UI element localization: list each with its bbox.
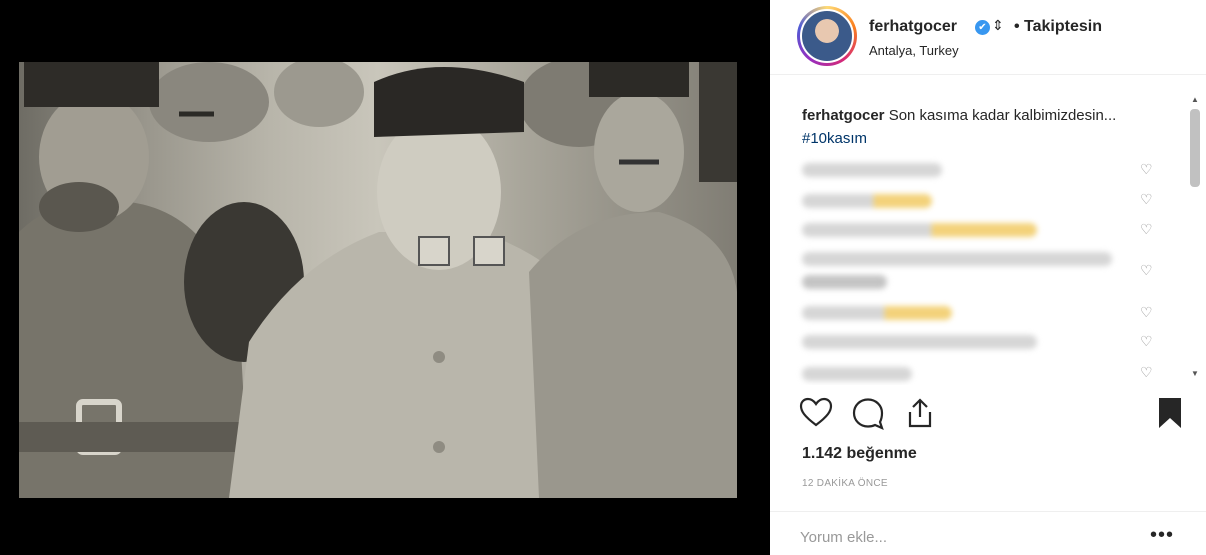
comment-row-blurred xyxy=(802,275,887,289)
scroll-thumb[interactable] xyxy=(1190,109,1200,187)
comment-like-icon[interactable]: ♡ xyxy=(1140,263,1154,277)
comments-scrollbar[interactable]: ▲ ▼ xyxy=(1188,95,1202,380)
sort-arrows-icon: ⇕ xyxy=(992,17,1004,33)
comment-like-icon[interactable]: ♡ xyxy=(1140,305,1154,319)
comment-row-blurred xyxy=(802,194,932,208)
story-ring[interactable] xyxy=(797,6,857,66)
scroll-up-icon[interactable]: ▲ xyxy=(1191,95,1199,104)
scroll-down-icon[interactable]: ▼ xyxy=(1191,369,1199,378)
comment-row-blurred xyxy=(802,223,1037,237)
comment-like-icon[interactable]: ♡ xyxy=(1140,334,1154,348)
comment-like-icon[interactable]: ♡ xyxy=(1140,192,1154,206)
video-player[interactable] xyxy=(19,62,737,498)
post-sidebar: ferhatgocer ✔ ⇕ • Takiptesin Antalya, Tu… xyxy=(770,0,1206,555)
more-options-icon[interactable]: ••• xyxy=(1150,524,1174,547)
caption: ferhatgocer Son kasıma kadar kalbimizdes… xyxy=(802,104,1162,150)
like-icon[interactable] xyxy=(798,395,834,431)
action-bar xyxy=(770,395,1206,435)
post-timestamp: 12 DAKİKA ÖNCE xyxy=(802,478,888,489)
comments-list: ferhatgocer Son kasıma kadar kalbimizdes… xyxy=(770,95,1206,385)
comment-row-blurred xyxy=(802,163,942,177)
comment-row-blurred xyxy=(802,252,1112,266)
comment-row-blurred xyxy=(802,367,912,381)
caption-hashtag[interactable]: #10kasım xyxy=(802,130,867,147)
add-comment-section: ••• xyxy=(770,511,1206,555)
bookmark-icon[interactable] xyxy=(1152,395,1188,431)
comment-like-icon[interactable]: ♡ xyxy=(1140,222,1154,236)
verified-icon: ✔ xyxy=(975,20,990,35)
comment-row-blurred xyxy=(802,335,1037,349)
post-media xyxy=(0,0,770,555)
caption-username[interactable]: ferhatgocer xyxy=(802,107,885,124)
comment-input[interactable] xyxy=(800,526,1130,548)
location-link[interactable]: Antalya, Turkey xyxy=(869,43,959,58)
avatar[interactable] xyxy=(800,9,854,63)
video-frame xyxy=(19,62,737,498)
comment-row-blurred xyxy=(802,306,952,320)
likes-count[interactable]: 1.142 beğenme xyxy=(802,445,917,463)
username-link[interactable]: ferhatgocer xyxy=(869,18,957,36)
follow-status[interactable]: • Takiptesin xyxy=(1014,18,1102,36)
post-header: ferhatgocer ✔ ⇕ • Takiptesin Antalya, Tu… xyxy=(770,0,1206,75)
comment-icon[interactable] xyxy=(850,395,886,431)
share-icon[interactable] xyxy=(902,395,938,431)
comment-like-icon[interactable]: ♡ xyxy=(1140,365,1154,379)
comment-like-icon[interactable]: ♡ xyxy=(1140,162,1154,176)
caption-text: Son kasıma kadar kalbimizdesin... xyxy=(888,107,1117,124)
